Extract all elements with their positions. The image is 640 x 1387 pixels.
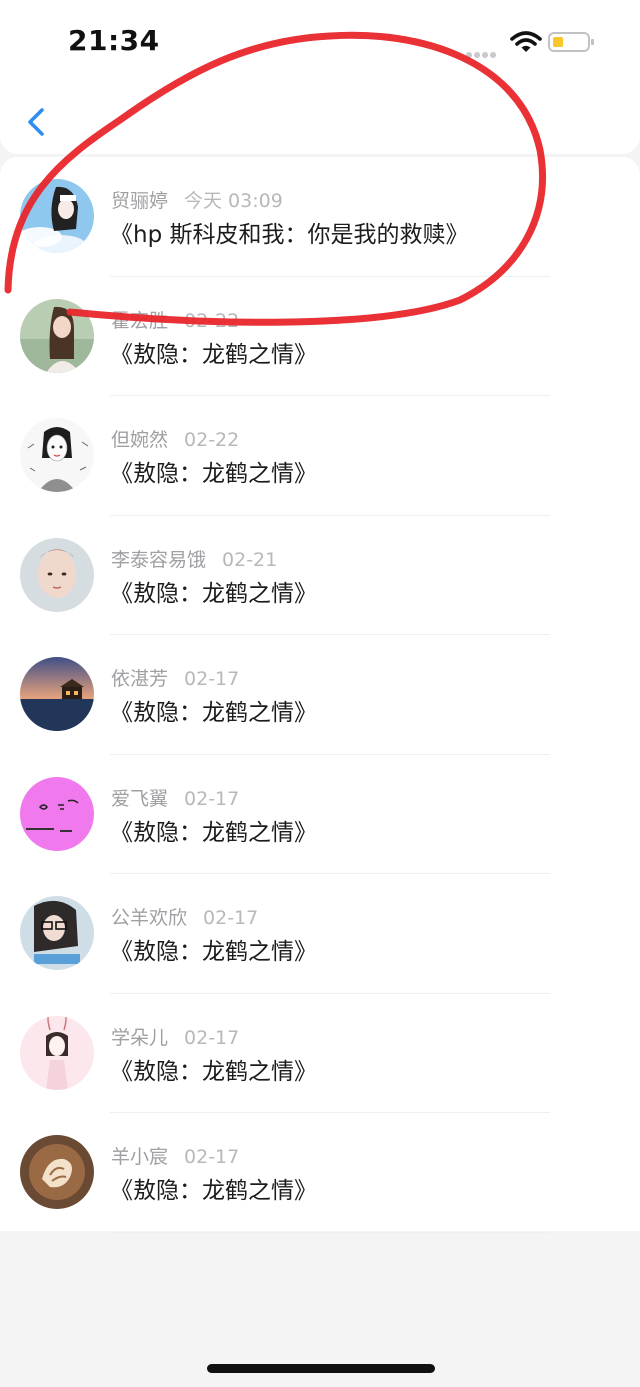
book-title: 《hp 斯科皮和我：你是我的救赎》	[110, 222, 469, 248]
read-date: 今天 03:09	[184, 190, 283, 212]
reader-name: 公羊欢欣	[111, 907, 188, 929]
book-title: 《敖隐：龙鹤之情》	[110, 700, 317, 726]
cellular-signal-icon	[466, 43, 498, 62]
book-title: 《敖隐：龙鹤之情》	[110, 1178, 317, 1204]
home-indicator	[207, 1364, 435, 1373]
reader-name: 贸骊婷	[111, 190, 169, 212]
reader-name: 李泰容易饿	[111, 548, 207, 571]
nav-bar	[0, 80, 640, 154]
book-title: 《敖隐：龙鹤之情》	[110, 341, 317, 368]
book-title: 《敖隐：龙鹤之情》	[110, 939, 317, 965]
list-item[interactable]: 依湛芳 02-17 《敖隐：龙鹤之情》	[0, 635, 640, 755]
list-item[interactable]: 李泰容易饿 02-21 《敖隐：龙鹤之情》	[0, 516, 640, 635]
pink-face-avatar	[20, 776, 94, 851]
book-title: 《敖隐：龙鹤之情》	[110, 461, 317, 487]
read-date: 02-17	[184, 668, 240, 690]
reader-name: 爱飞翼	[111, 787, 169, 810]
status-time: 21:34	[68, 24, 160, 57]
book-title: 《敖隐：龙鹤之情》	[110, 580, 317, 607]
list-item[interactable]: 霍宏胜 02-22 《敖隐：龙鹤之情》	[0, 277, 640, 396]
list-item[interactable]: 贸骊婷 今天 03:09 《hp 斯科皮和我：你是我的救赎》	[0, 157, 640, 277]
read-date: 02-22	[184, 429, 240, 451]
lake-sunset-avatar	[20, 657, 94, 731]
book-title: 《敖隐：龙鹤之情》	[110, 1058, 317, 1085]
read-date: 02-22	[184, 309, 240, 332]
read-date: 02-17	[184, 787, 240, 810]
divider	[110, 1231, 550, 1233]
bunny-girl-avatar	[20, 1015, 94, 1090]
girl-photo-avatar	[20, 298, 94, 373]
reader-name: 霍宏胜	[111, 309, 169, 332]
reader-name: 羊小宸	[111, 1146, 169, 1168]
list-item[interactable]: 爱飞翼 02-17 《敖隐：龙鹤之情》	[0, 755, 640, 874]
status-bar: 21:34	[0, 0, 640, 80]
list-item[interactable]: 公羊欢欣 02-17 《敖隐：龙鹤之情》	[0, 874, 640, 994]
battery-icon	[548, 32, 594, 52]
list-item[interactable]: 但婉然 02-22 《敖隐：龙鹤之情》	[0, 396, 640, 516]
latte-art-avatar	[20, 1135, 94, 1209]
anime-girl-avatar	[20, 179, 94, 253]
book-title: 《敖隐：龙鹤之情》	[110, 819, 317, 846]
list-item[interactable]: 学朵儿 02-17 《敖隐：龙鹤之情》	[0, 994, 640, 1113]
read-date: 02-17	[184, 1026, 240, 1049]
boy-face-avatar	[20, 537, 94, 612]
reader-name: 学朵儿	[111, 1026, 169, 1049]
chevron-left-icon[interactable]	[22, 102, 52, 142]
reader-list: 贸骊婷 今天 03:09 《hp 斯科皮和我：你是我的救赎》 霍宏胜 02-22 《…	[0, 157, 640, 1233]
glasses-girl-avatar	[20, 896, 94, 970]
read-date: 02-17	[203, 907, 259, 929]
wifi-icon	[510, 31, 542, 52]
reader-name: 依湛芳	[111, 668, 169, 690]
reader-name: 但婉然	[111, 429, 169, 451]
read-date: 02-17	[184, 1146, 240, 1168]
list-item[interactable]: 羊小宸 02-17 《敖隐：龙鹤之情》	[0, 1113, 640, 1233]
read-date: 02-21	[222, 548, 278, 571]
sketch-girl-avatar	[20, 418, 94, 492]
